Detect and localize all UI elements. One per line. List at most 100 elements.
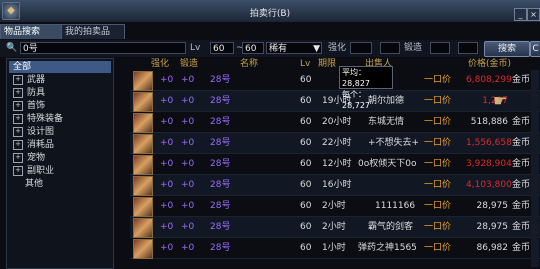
clear-button[interactable]: C [530,41,540,57]
forge-value: +0 [181,138,195,148]
forge-value: +0 [181,180,195,190]
category-label: 副职业 [27,166,55,176]
header-forge[interactable]: 锻造 [180,58,198,70]
price-value: 1,556,658 [466,138,512,148]
level-value: 60 [300,159,312,169]
category-label: 全部 [13,62,32,72]
category-design[interactable]: + 设计图 [9,126,111,138]
buyout-label: 一口价 [424,201,452,211]
forge-value: +0 [181,222,195,232]
level-label: Lv [190,43,201,53]
forge-value: +0 [181,243,195,253]
header-lv[interactable]: Lv [300,58,310,70]
enhance-value: +0 [160,75,174,85]
expand-icon: + [13,152,23,163]
enhance-value: +0 [160,180,174,190]
table-row[interactable]: +0 +0 28号 60 22小时 +不想失去+ 一口价 1,556,658 金… [130,133,540,154]
enhance-value: +0 [160,138,174,148]
category-other[interactable]: 其他 [9,178,111,190]
category-label: 宠物 [27,153,46,163]
forge-value: +0 [181,159,195,169]
seller-name: 霸气的剑客 [368,222,414,232]
minimize-icon[interactable]: _ [514,8,527,21]
expand-icon: + [13,74,23,85]
category-label: 首饰 [27,101,46,111]
expand-icon: + [13,87,23,98]
category-all[interactable]: 全部 [9,61,111,73]
currency-label: 金币 [512,180,531,190]
time-value: 22小时 [322,138,352,148]
table-row[interactable]: +0 +0 28号 60 2小时 1111166 一口价 28,975 金币 [130,196,540,217]
level-value: 60 [300,222,312,232]
currency-label: 金币 [512,138,531,148]
buyout-label: 一口价 [424,138,452,148]
category-pet[interactable]: + 宠物 [9,152,111,164]
enhance-min-input[interactable] [350,42,372,54]
category-sidebar: 全部 + 武器 + 防具 + 首饰 + 特殊装备 + 设计图 + 消耗品 + 宠物 + 副职业 … [6,58,114,269]
search-button[interactable]: 搜索 [484,41,530,57]
category-accessory[interactable]: + 首饰 [9,100,111,112]
header-time[interactable]: 期限 [318,58,336,70]
buyout-label: 一口价 [424,96,452,106]
category-consumable[interactable]: + 消耗品 [9,139,111,151]
tab-my-auctions[interactable]: 我的拍卖品 [61,24,125,39]
buyout-label: 一口价 [424,222,452,232]
category-special-equip[interactable]: + 特殊装备 [9,113,111,125]
level-value: 60 [300,96,312,106]
tab-item-search[interactable]: 物品搜索 [0,24,63,39]
category-label: 设计图 [27,127,55,137]
expand-icon: + [13,113,23,124]
buyout-label: 一口价 [424,243,452,253]
search-row: 🔍 0号 Lv 60 ~ 60 稀有 ▼ 强化 锻造 搜索 C [0,40,540,57]
category-label: 武器 [27,75,46,85]
rarity-select[interactable]: 稀有 ▼ [266,42,322,54]
table-row[interactable]: +0 +0 28号 60 20小时 东城无情 一口价 518,886 金币 [130,112,540,133]
item-name: 28号 [210,159,231,169]
item-thumbnail [133,134,153,154]
category-weapon[interactable]: + 武器 [9,74,111,86]
table-row[interactable]: +0 +0 28号 60 19小时 朝尔加德 一口价 1,297 [130,91,540,112]
search-input[interactable]: 0号 [20,42,186,54]
rarity-value: 稀有 [269,44,288,54]
expand-icon: + [13,126,23,137]
level-value: 60 [300,117,312,127]
item-name: 28号 [210,222,231,232]
table-row[interactable]: +0 +0 28号 60 1小时 弹药之神1565 一口价 86,982 金币 [130,238,540,259]
header-name[interactable]: 名称 [240,58,258,70]
table-row[interactable]: +0 +0 28号 60 一口价 6,808,299 金币 [130,70,540,91]
expand-icon: + [13,165,23,176]
enhance-max-input[interactable] [380,42,400,54]
header-price[interactable]: 价格(金币) [468,58,511,70]
forge-max-input[interactable] [458,42,478,54]
forge-min-input[interactable] [430,42,450,54]
category-label: 防具 [27,88,46,98]
seller-name: 东城无情 [368,117,405,127]
category-label: 特殊装备 [27,114,64,124]
enhance-value: +0 [160,222,174,232]
seller-name: +不想失去+ [368,138,420,148]
level-min-input[interactable]: 60 [210,42,234,54]
price-value: 3,928,904 [466,159,512,169]
level-value: 60 [300,75,312,85]
close-icon[interactable]: × [527,8,540,21]
table-row[interactable]: +0 +0 28号 60 2小时 霸气的剑客 一口价 28,975 金币 [130,217,540,238]
item-name: 28号 [210,180,231,190]
item-name: 28号 [210,201,231,211]
price-value: 28,975 [476,222,509,232]
scrollbar[interactable] [531,70,539,267]
table-row[interactable]: +0 +0 28号 60 16小时 一口价 4,103,800 金币 [130,175,540,196]
buyout-label: 一口价 [424,75,452,85]
header-enhance[interactable]: 强化 [151,58,169,70]
enhance-value: +0 [160,159,174,169]
enhance-value: +0 [160,117,174,127]
tooltip-each-label: 每个： [342,90,366,99]
window-title: 拍卖行(B) [249,9,291,19]
table-row[interactable]: +0 +0 28号 60 12小时 0o权倾天下0o 一口价 3,928,904… [130,154,540,175]
category-subjob[interactable]: + 副职业 [9,165,111,177]
time-value: 20小时 [322,117,352,127]
level-max-input[interactable]: 60 [242,42,264,54]
seller-name: 弹药之神1565 [358,243,417,253]
category-armor[interactable]: + 防具 [9,87,111,99]
price-value: 86,982 [476,243,509,253]
item-thumbnail [133,113,153,133]
